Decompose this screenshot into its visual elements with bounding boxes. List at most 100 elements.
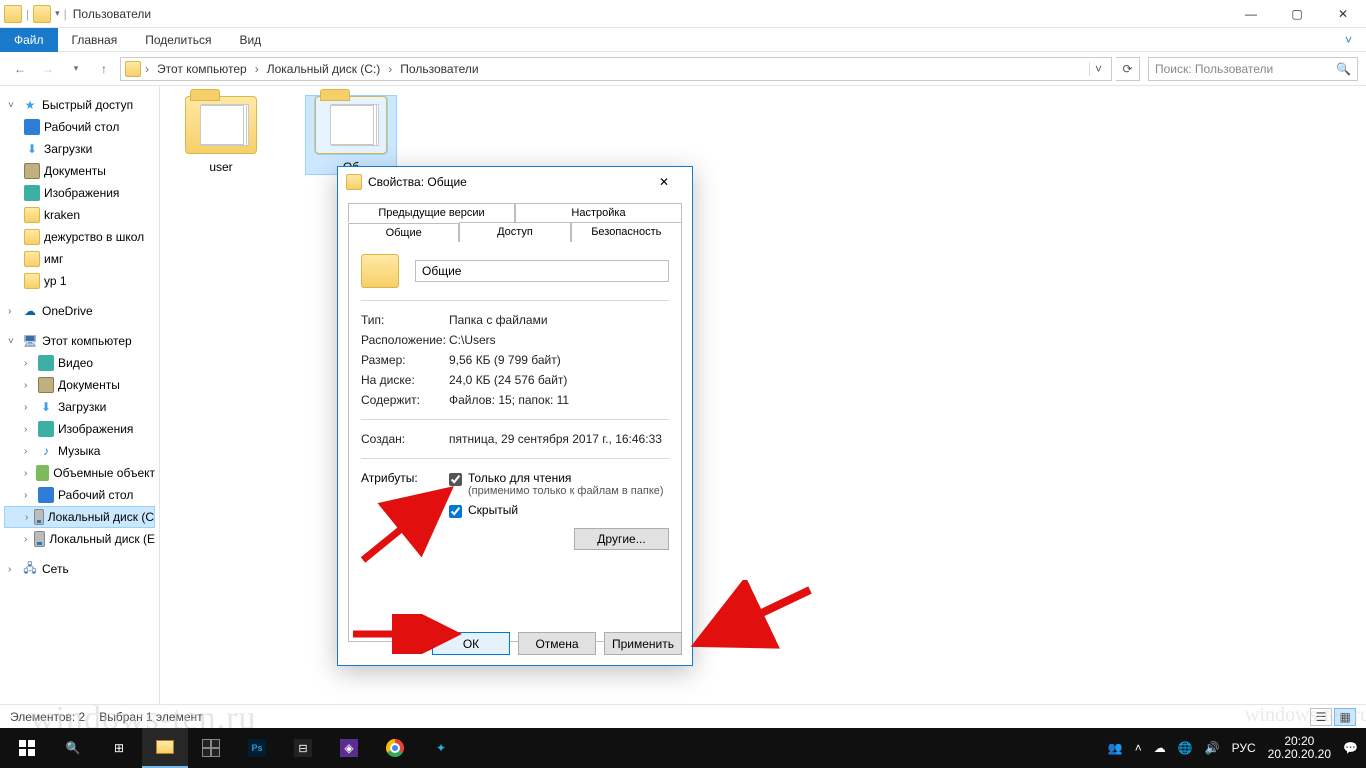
nav-forward-button[interactable]: →: [36, 57, 60, 81]
label-created: Создан:: [361, 432, 449, 446]
label-ondisk: На диске:: [361, 373, 449, 387]
tray-people-icon[interactable]: 👥: [1108, 741, 1123, 755]
tree-item-selected[interactable]: ›Локальный диск (C: [4, 506, 155, 528]
taskbar-app[interactable]: [188, 728, 234, 768]
qat-dropdown-icon[interactable]: ▾: [55, 8, 60, 19]
readonly-checkbox[interactable]: [449, 473, 462, 486]
status-count: Элементов: 2: [10, 710, 85, 724]
tree-item[interactable]: ›⬇Загрузки: [4, 396, 155, 418]
status-selected: Выбран 1 элемент: [99, 710, 202, 724]
tree-item[interactable]: Документы: [4, 160, 155, 182]
tab-view[interactable]: Вид: [225, 29, 275, 51]
folder-item[interactable]: user: [176, 96, 266, 174]
hidden-checkbox[interactable]: [449, 505, 462, 518]
tree-item[interactable]: ›Локальный диск (E: [4, 528, 155, 550]
tree-this-pc[interactable]: ˅🖥Этот компьютер: [4, 330, 155, 352]
tree-item[interactable]: ›Изображения: [4, 418, 155, 440]
tree-item[interactable]: имг: [4, 248, 155, 270]
nav-up-button[interactable]: ↑: [92, 57, 116, 81]
taskbar-explorer[interactable]: [142, 728, 188, 768]
label-type: Тип:: [361, 313, 449, 327]
taskbar-photoshop[interactable]: Ps: [234, 728, 280, 768]
tree-item[interactable]: Рабочий стол: [4, 116, 155, 138]
taskbar-app[interactable]: ⊟: [280, 728, 326, 768]
close-button[interactable]: ✕: [1320, 0, 1366, 28]
tree-network[interactable]: ›🖧Сеть: [4, 558, 155, 580]
refresh-button[interactable]: ⟳: [1116, 57, 1140, 81]
qat-sep: |: [26, 7, 29, 21]
tree-item[interactable]: Изображения: [4, 182, 155, 204]
tab-home[interactable]: Главная: [58, 29, 132, 51]
task-view-button[interactable]: ⊞: [96, 728, 142, 768]
dialog-tabs: Предыдущие версии Настройка Общие Доступ…: [338, 197, 692, 242]
tree-onedrive[interactable]: ›☁OneDrive: [4, 300, 155, 322]
tab-sharing[interactable]: Доступ: [459, 222, 570, 242]
window-titlebar: | ▾ | Пользователи — ▢ ✕: [0, 0, 1366, 28]
qat-sep: |: [64, 7, 67, 21]
nav-back-button[interactable]: ←: [8, 57, 32, 81]
tree-item[interactable]: kraken: [4, 204, 155, 226]
value-type: Папка с файлами: [449, 313, 669, 327]
tree-item[interactable]: ур 1: [4, 270, 155, 292]
tray-onedrive-icon[interactable]: ☁: [1154, 741, 1166, 755]
file-tab[interactable]: Файл: [0, 28, 58, 52]
taskbar-search-icon[interactable]: 🔍: [50, 728, 96, 768]
start-button[interactable]: [4, 728, 50, 768]
folder-item-selected[interactable]: Об: [306, 96, 396, 174]
chevron-right-icon[interactable]: ›: [386, 62, 394, 76]
search-placeholder: Поиск: Пользователи: [1155, 62, 1273, 76]
tree-item[interactable]: ›Видео: [4, 352, 155, 374]
tab-general[interactable]: Общие: [348, 223, 459, 243]
readonly-sublabel: (применимо только к файлам в папке): [468, 485, 664, 497]
tab-customize[interactable]: Настройка: [515, 203, 682, 222]
tree-quick-access[interactable]: ˅★Быстрый доступ: [4, 94, 155, 116]
nav-history-dropdown[interactable]: ▾: [64, 57, 88, 81]
address-dropdown-icon[interactable]: ˅: [1089, 62, 1107, 76]
tab-prev-versions[interactable]: Предыдущие версии: [348, 203, 515, 222]
tab-share[interactable]: Поделиться: [131, 29, 225, 51]
tab-security[interactable]: Безопасность: [571, 222, 682, 242]
tree-item[interactable]: ›♪Музыка: [4, 440, 155, 462]
folder-name-input[interactable]: [415, 260, 669, 282]
tree-item[interactable]: ›Рабочий стол: [4, 484, 155, 506]
taskbar-app[interactable]: ✦: [418, 728, 464, 768]
value-size: 9,56 КБ (9 799 байт): [449, 353, 669, 367]
tray-chevron-up-icon[interactable]: ˄: [1135, 741, 1142, 755]
search-input[interactable]: Поиск: Пользователи 🔍: [1148, 57, 1358, 81]
tree-item[interactable]: ⬇Загрузки: [4, 138, 155, 160]
ribbon-expand-icon[interactable]: ˅: [1331, 33, 1366, 47]
label-location: Расположение:: [361, 333, 449, 347]
ok-button[interactable]: ОК: [432, 632, 510, 655]
tree-item[interactable]: ›Объемные объект: [4, 462, 155, 484]
minimize-button[interactable]: —: [1228, 0, 1274, 28]
chevron-right-icon[interactable]: ›: [143, 62, 151, 76]
taskbar-chrome[interactable]: [372, 728, 418, 768]
apply-button[interactable]: Применить: [604, 632, 682, 655]
folder-icon: [361, 254, 399, 288]
tray-language[interactable]: РУС: [1232, 741, 1256, 755]
maximize-button[interactable]: ▢: [1274, 0, 1320, 28]
taskbar-visualstudio[interactable]: ◈: [326, 728, 372, 768]
tray-network-icon[interactable]: 🌐: [1178, 741, 1193, 755]
view-icons-button[interactable]: ▦: [1334, 708, 1356, 726]
search-icon: 🔍: [1336, 62, 1351, 76]
breadcrumb[interactable]: Пользователи: [396, 62, 482, 76]
breadcrumb[interactable]: Локальный диск (C:): [263, 62, 385, 76]
tray-clock[interactable]: 20:20 20.20.20.20: [1268, 735, 1331, 761]
nav-tree: ˅★Быстрый доступ Рабочий стол ⬇Загрузки …: [0, 86, 160, 704]
breadcrumb[interactable]: Этот компьютер: [153, 62, 251, 76]
chevron-right-icon[interactable]: ›: [253, 62, 261, 76]
dialog-titlebar[interactable]: Свойства: Общие ✕: [338, 167, 692, 197]
dialog-close-button[interactable]: ✕: [644, 169, 684, 195]
address-bar[interactable]: › Этот компьютер › Локальный диск (C:) ›…: [120, 57, 1112, 81]
view-details-button[interactable]: ☰: [1310, 708, 1332, 726]
folder-icon: [4, 5, 22, 23]
other-attributes-button[interactable]: Другие...: [574, 528, 669, 550]
dialog-body: Тип:Папка с файлами Расположение:C:\User…: [348, 242, 682, 642]
tree-item[interactable]: ›Документы: [4, 374, 155, 396]
tray-notifications-icon[interactable]: 💬: [1343, 741, 1358, 755]
tree-item[interactable]: дежурство в школ: [4, 226, 155, 248]
cancel-button[interactable]: Отмена: [518, 632, 596, 655]
value-created: пятница, 29 сентября 2017 г., 16:46:33: [449, 432, 669, 446]
tray-volume-icon[interactable]: 🔊: [1205, 741, 1220, 755]
